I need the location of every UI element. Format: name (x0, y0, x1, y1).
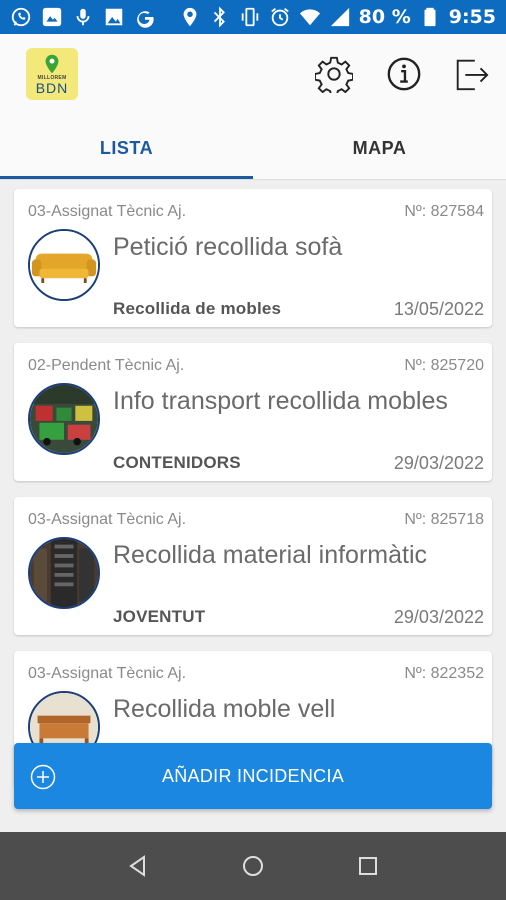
status-bar: 80 % 9:55 (0, 0, 506, 34)
add-circle-icon (30, 764, 56, 790)
system-nav-bar (0, 832, 506, 900)
logout-button[interactable] (451, 54, 491, 94)
clock: 9:55 (448, 6, 496, 28)
photo-app-icon (41, 6, 63, 28)
alarm-icon (269, 6, 291, 28)
app-logo: MILLOREM BDN (26, 48, 78, 100)
incident-card[interactable]: 03-Assignat Tècnic Aj. Nº: 827584 Petici… (14, 189, 492, 327)
battery-icon (419, 6, 441, 28)
info-button[interactable] (384, 54, 424, 94)
google-icon (134, 6, 156, 28)
incident-number: Nº: 827584 (404, 203, 484, 220)
incident-status: 03-Assignat Tècnic Aj. (28, 665, 187, 682)
incident-title: Recollida moble vell (113, 695, 336, 723)
home-circle-icon (242, 856, 263, 876)
incident-date: 13/05/2022 (393, 299, 484, 319)
incident-number: Nº: 825718 (404, 511, 484, 528)
incident-image-containers (28, 383, 100, 455)
home-button[interactable] (236, 849, 270, 883)
incident-category: CONTENIDORS (113, 453, 241, 472)
tab-mapa[interactable]: MAPA (253, 118, 506, 179)
incident-image-sofa (28, 229, 100, 301)
battery-percent: 80 % (358, 6, 411, 28)
add-incident-button[interactable]: AÑADIR INCIDENCIA (14, 743, 492, 809)
map-pin-icon (45, 54, 59, 73)
back-button[interactable] (121, 849, 155, 883)
incident-card[interactable]: 03-Assignat Tècnic Aj. Nº: 825718 Recoll… (14, 497, 492, 635)
incident-title: Info transport recollida mobles (113, 387, 448, 415)
tab-lista[interactable]: LISTA (0, 118, 253, 179)
location-icon (179, 6, 201, 28)
incident-number: Nº: 822352 (404, 665, 484, 682)
microphone-icon (72, 6, 94, 28)
info-icon (387, 57, 421, 91)
settings-icon (315, 56, 353, 93)
incident-card[interactable]: 02-Pendent Tècnic Aj. Nº: 825720 Info tr… (14, 343, 492, 481)
app-bar: MILLOREM BDN (0, 34, 506, 118)
incident-status: 03-Assignat Tècnic Aj. (28, 511, 187, 528)
incident-image-computer (28, 537, 100, 609)
tab-bar: LISTA MAPA (0, 118, 506, 180)
back-triangle-icon (128, 855, 145, 877)
logo-big-text: BDN (35, 79, 69, 96)
vibrate-icon (239, 6, 261, 28)
bluetooth-icon (209, 6, 231, 28)
incident-category: Recollida de mobles (113, 299, 282, 318)
incident-category: JOVENTUT (113, 607, 206, 626)
incident-status: 03-Assignat Tècnic Aj. (28, 203, 187, 220)
recents-button[interactable] (351, 849, 385, 883)
incident-date: 29/03/2022 (393, 607, 484, 627)
incident-number: Nº: 825720 (404, 357, 484, 374)
wifi-icon (299, 6, 321, 28)
incident-date: 29/03/2022 (393, 453, 484, 473)
incident-title: Petició recollida sofà (113, 233, 343, 261)
incident-title: Recollida material informàtic (113, 541, 428, 569)
incident-list[interactable]: 03-Assignat Tècnic Aj. Nº: 827584 Petici… (0, 181, 506, 831)
add-incident-label: AÑADIR INCIDENCIA (161, 765, 345, 786)
signal-icon (329, 6, 351, 28)
settings-button[interactable] (314, 54, 354, 94)
incident-status: 02-Pendent Tècnic Aj. (28, 357, 185, 374)
whatsapp-icon (10, 6, 32, 28)
logout-icon (456, 59, 489, 91)
recents-square-icon (359, 857, 378, 875)
gallery-icon (103, 6, 125, 28)
